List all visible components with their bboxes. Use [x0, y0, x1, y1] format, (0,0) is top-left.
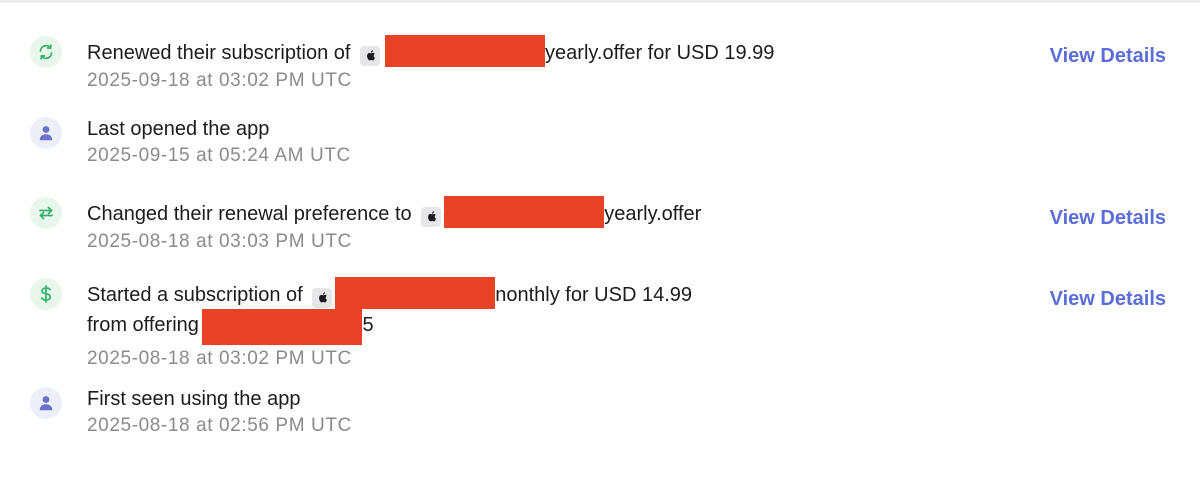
activity-description: Last opened the app: [87, 118, 270, 140]
view-details-link[interactable]: View Details: [1050, 207, 1166, 230]
redacted-product-id: [335, 277, 496, 309]
user-icon: [30, 117, 62, 149]
view-details-link[interactable]: View Details: [1050, 288, 1166, 311]
activity-text-after: yearly.offer: [604, 203, 702, 225]
activity-timestamp: 2025-08-18 at 03:02 PM UTC: [87, 348, 352, 369]
activity-text: Started a subscription of: [87, 284, 309, 306]
activity-description: First seen using the app: [87, 388, 301, 410]
activity-timestamp: 2025-09-18 at 03:02 PM UTC: [87, 70, 352, 91]
dollar-icon: [30, 278, 62, 310]
activity-timestamp: 2025-09-15 at 05:24 AM UTC: [87, 145, 351, 166]
activity-description: Started a subscription of snonthly for U…: [87, 277, 987, 309]
redacted-offering-id: [202, 309, 363, 345]
activity-description-line-2: from offering s 5: [87, 309, 987, 345]
redacted-product-id: [385, 35, 546, 67]
activity-description: Renewed their subscription of yearly.off…: [87, 35, 987, 67]
apple-icon: [421, 206, 442, 227]
renew-icon: [30, 36, 62, 68]
activity-text-after: yearly.offer for USD 19.99: [545, 42, 775, 64]
view-details-link[interactable]: View Details: [1050, 45, 1166, 68]
swap-icon: [30, 197, 62, 229]
apple-icon: [360, 45, 381, 66]
user-icon: [30, 387, 62, 419]
redacted-product-id: [444, 196, 605, 228]
activity-timestamp: 2025-08-18 at 03:03 PM UTC: [87, 231, 352, 252]
apple-icon: [312, 287, 333, 308]
activity-text-line-2-after: 5: [362, 314, 374, 336]
activity-text: Changed their renewal preference to: [87, 203, 418, 225]
activity-text: Renewed their subscription of: [87, 42, 357, 64]
activity-text-line-2: from offering s: [87, 314, 215, 336]
activity-description: Changed their renewal preference to syea…: [87, 196, 987, 228]
activity-text-after: nonthly for USD 14.99: [495, 284, 693, 306]
customer-activity-feed: Renewed their subscription of yearly.off…: [0, 0, 1200, 493]
activity-timestamp: 2025-08-18 at 02:56 PM UTC: [87, 415, 352, 436]
